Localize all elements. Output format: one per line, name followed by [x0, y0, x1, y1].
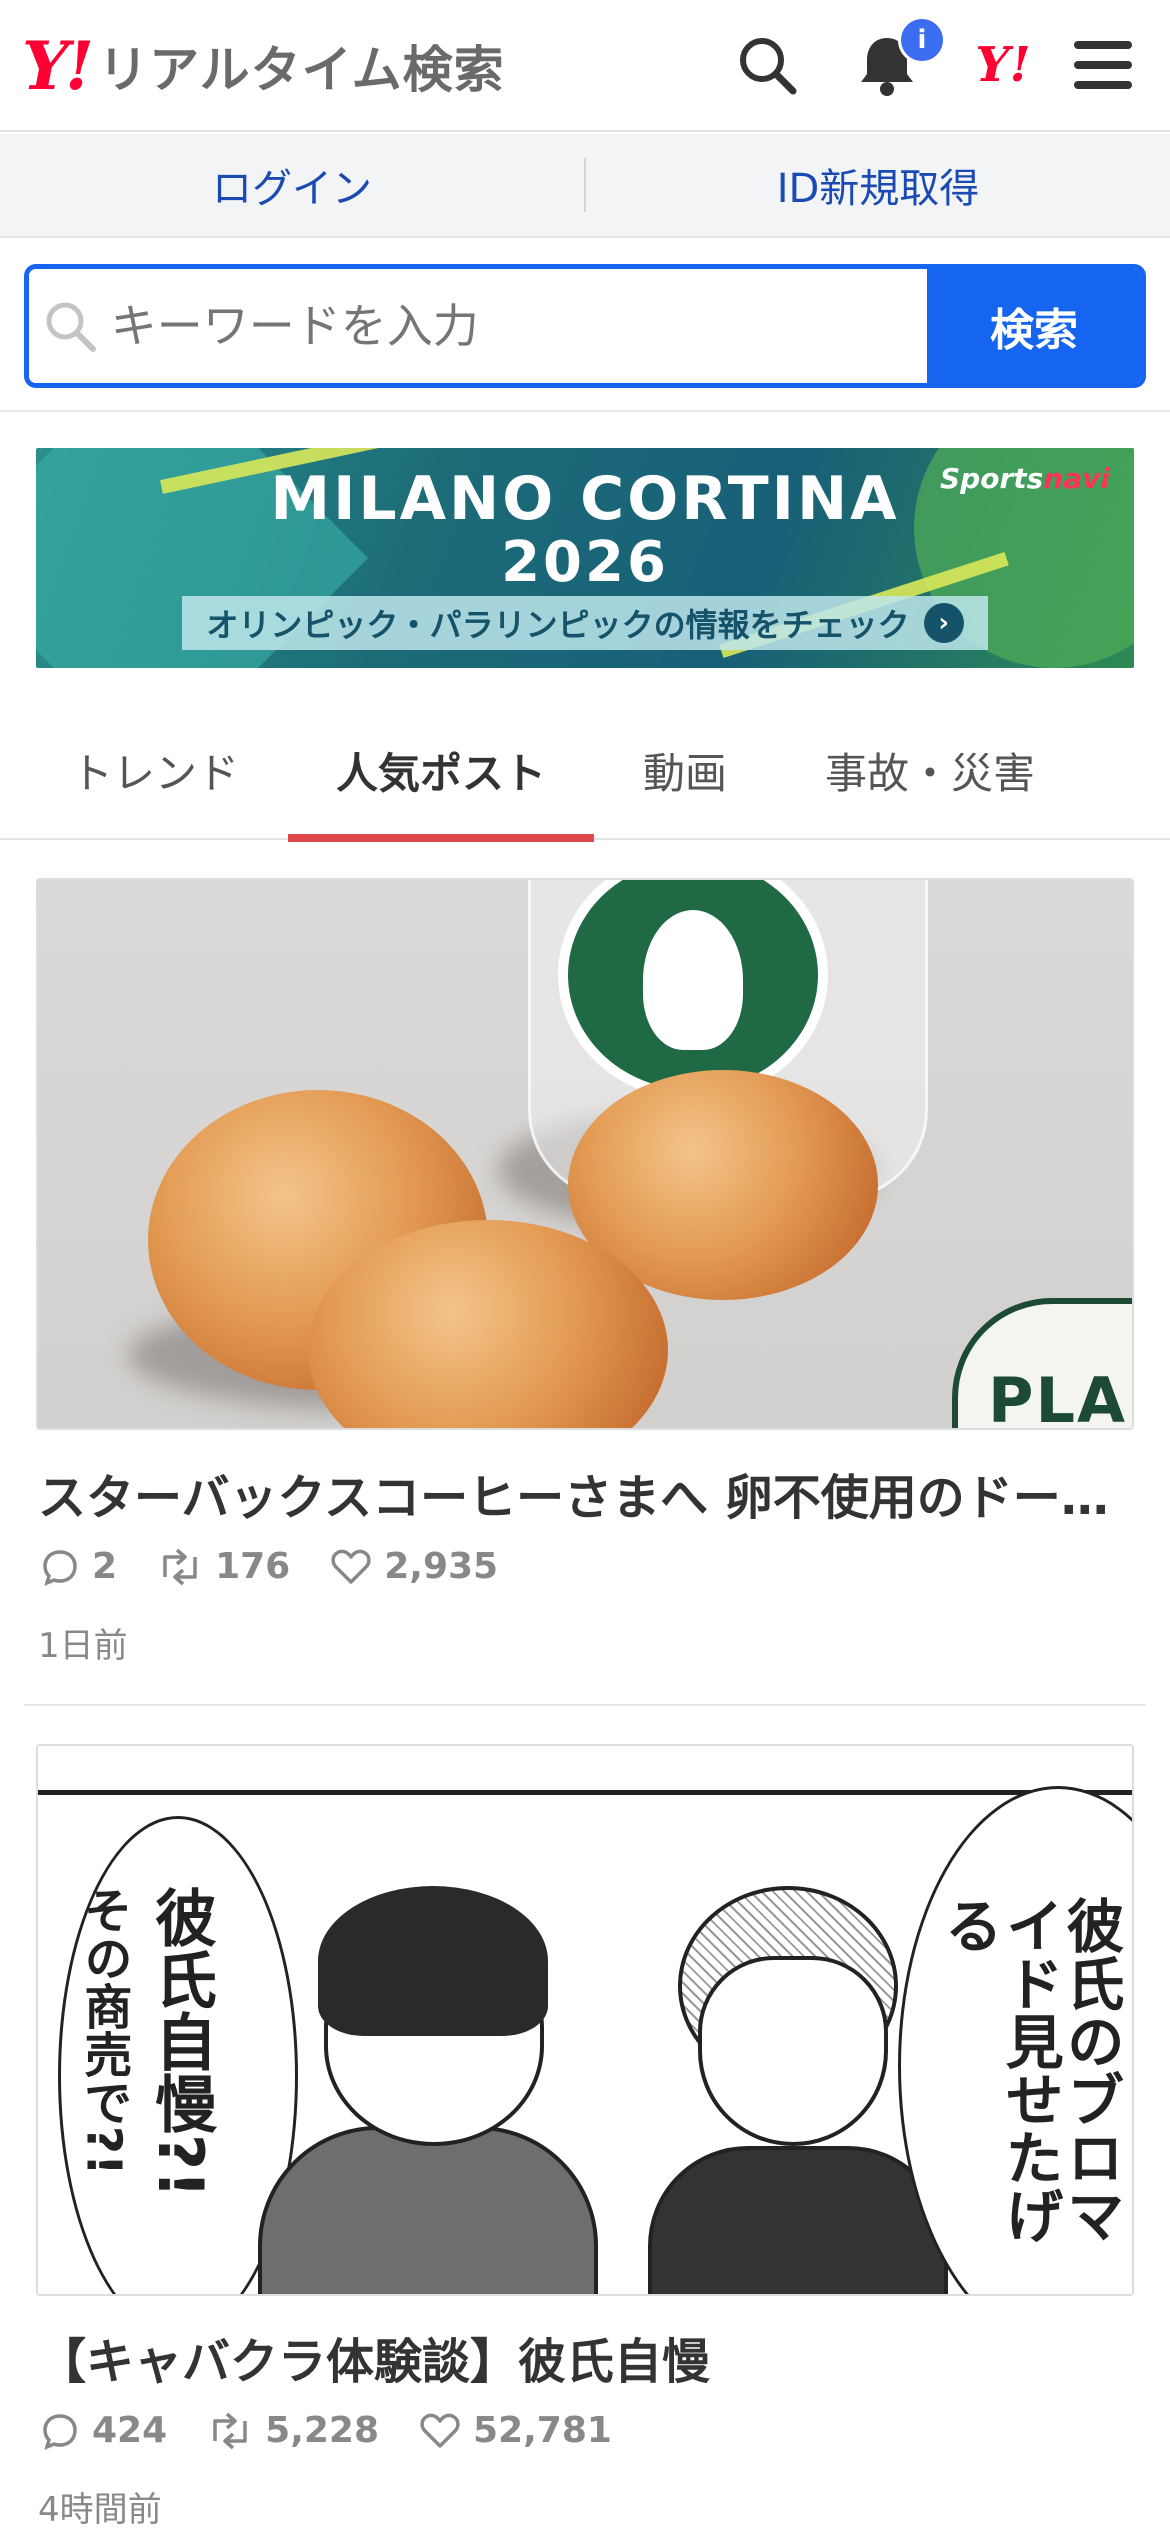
- auth-bar: ログイン ID新規取得: [0, 134, 1170, 238]
- hamburger-menu-icon: [1074, 41, 1132, 89]
- tab-popular-posts[interactable]: 人気ポスト: [288, 700, 594, 842]
- tab-trend[interactable]: トレンド: [40, 700, 270, 840]
- plant-text: PLANT: [988, 1364, 1132, 1430]
- search-icon: [46, 302, 96, 352]
- logo-text: リアルタイム検索: [98, 41, 505, 99]
- post-image[interactable]: PLANT: [36, 878, 1134, 1430]
- character-body: [648, 2146, 948, 2294]
- like-count[interactable]: 2,935: [330, 1546, 498, 1587]
- tab-accidents-disasters[interactable]: 事故・災害: [790, 700, 1070, 840]
- character-face: [698, 1956, 888, 2146]
- repost-count[interactable]: 5,228: [207, 2410, 379, 2451]
- post-stats: 424 5,228 52,781: [40, 2410, 612, 2451]
- banner-title: MILANO CORTINA: [270, 464, 900, 534]
- reply-count-value: 424: [92, 2410, 168, 2451]
- search-field[interactable]: [29, 269, 927, 383]
- repost-icon: [163, 1548, 197, 1585]
- search-section: 検索: [0, 240, 1170, 412]
- app-header: Y! リアルタイム検索 i Y!: [0, 0, 1170, 132]
- character-body: [258, 2126, 598, 2294]
- search-button[interactable]: 検索: [927, 269, 1141, 383]
- reply-count[interactable]: 2: [40, 1546, 117, 1587]
- plant-based-mark: PLANT: [952, 1298, 1132, 1430]
- repost-count-value: 176: [215, 1546, 291, 1587]
- menu-button[interactable]: [1068, 30, 1138, 100]
- login-link[interactable]: ログイン: [0, 134, 584, 236]
- search-input[interactable]: [110, 299, 927, 353]
- reply-icon: [43, 1549, 77, 1586]
- post-time: 4時間前: [38, 2490, 162, 2530]
- post-stats: 2 176 2,935: [40, 1546, 498, 1587]
- manga-character-man: [258, 1856, 598, 2294]
- banner-cta-label: オリンピック・パラリンピックの情報をチェック: [206, 606, 910, 644]
- banner-year: 2026: [501, 530, 669, 595]
- notification-badge: i: [898, 16, 946, 64]
- chevron-right-icon: ›: [923, 603, 964, 643]
- post-divider: [24, 1704, 1146, 1706]
- starbucks-siren: [643, 910, 743, 1050]
- notifications-button[interactable]: i: [852, 16, 946, 100]
- yahoo-logo-mark: Y!: [22, 27, 94, 105]
- reply-icon: [43, 2413, 77, 2450]
- yahoo-japan-icon: Y!: [975, 37, 1031, 93]
- olympics-banner[interactable]: Sportsnavi MILANO CORTINA 2026 オリンピック・パラ…: [36, 448, 1134, 668]
- banner-cta[interactable]: オリンピック・パラリンピックの情報をチェック ›: [182, 596, 988, 650]
- search-icon: [740, 38, 797, 95]
- yahoo-realtime-logo[interactable]: Y! リアルタイム検索: [22, 26, 505, 106]
- yahoo-japan-button[interactable]: Y!: [968, 30, 1038, 100]
- bubble-text: その商売で?!: [75, 1886, 132, 2176]
- character-hair: [318, 1886, 548, 2036]
- search-form: 検索: [24, 264, 1146, 388]
- repost-icon: [213, 2412, 247, 2449]
- bubble-text: 彼氏自慢?!: [144, 1886, 218, 2199]
- post-image[interactable]: 彼氏自慢?! その商売で?! 彼氏のブロマイド見せたげる: [36, 1744, 1134, 2296]
- like-count[interactable]: 52,781: [419, 2410, 612, 2451]
- post-title[interactable]: 【キャバクラ体験談】彼氏自慢: [38, 2322, 1128, 2392]
- manga-panel-border: [38, 1790, 1132, 1795]
- reply-count-value: 2: [92, 1546, 118, 1587]
- tab-video[interactable]: 動画: [610, 700, 760, 840]
- heart-icon: [331, 1549, 371, 1584]
- register-link[interactable]: ID新規取得: [586, 134, 1170, 236]
- header-search-button[interactable]: [732, 30, 802, 100]
- repost-count[interactable]: 176: [157, 1546, 290, 1587]
- reply-count[interactable]: 424: [40, 2410, 167, 2451]
- bubble-text: 彼氏のブロマイド見せたげる: [934, 1896, 1125, 2244]
- post-time: 1日前: [38, 1626, 128, 1666]
- heart-icon: [420, 2413, 460, 2448]
- post-title[interactable]: スターバックスコーヒーさまへ 卵不使用のドーナツ: [38, 1458, 1128, 1528]
- category-tabs: トレンド 人気ポスト 動画 事故・災害: [0, 700, 1170, 842]
- like-count-value: 52,781: [473, 2410, 612, 2451]
- search-field-icon: [29, 299, 111, 353]
- like-count-value: 2,935: [384, 1546, 499, 1587]
- repost-count-value: 5,228: [265, 2410, 380, 2451]
